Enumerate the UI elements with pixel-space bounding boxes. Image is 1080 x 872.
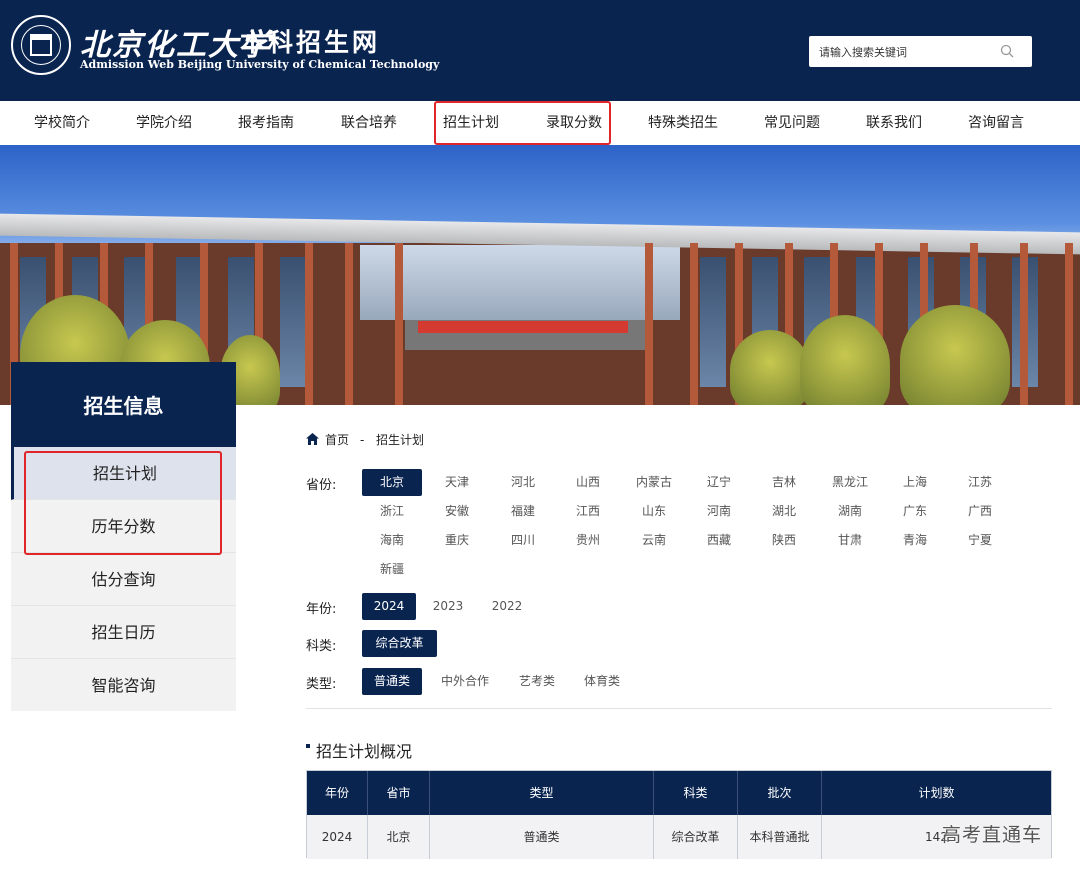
nav-item-admission-plan[interactable]: 招生计划 <box>433 101 509 145</box>
province-chip[interactable]: 湖北 <box>754 498 814 525</box>
sidebar-title: 招生信息 <box>11 362 236 447</box>
type-chip[interactable]: 体育类 <box>573 668 631 695</box>
province-chip[interactable]: 江西 <box>558 498 618 525</box>
type-chip[interactable]: 普通类 <box>362 668 422 695</box>
sidebar-item-admission-calendar[interactable]: 招生日历 <box>11 606 236 659</box>
nav-item-special-admission[interactable]: 特殊类招生 <box>638 101 728 145</box>
province-chip[interactable]: 山东 <box>624 498 684 525</box>
breadcrumb-current: 招生计划 <box>376 433 425 447</box>
table-header-subject: 科类 <box>654 771 738 815</box>
province-chip[interactable]: 河北 <box>493 469 553 496</box>
province-chip[interactable]: 山西 <box>558 469 618 496</box>
province-chip[interactable]: 黑龙江 <box>820 469 880 496</box>
breadcrumb-separator: - <box>360 433 365 447</box>
home-icon <box>306 433 319 445</box>
university-seal-icon[interactable] <box>11 15 71 75</box>
site-name: 本科招生网 <box>240 28 381 57</box>
table-header-year: 年份 <box>307 771 368 815</box>
province-filter-label: 省份: <box>306 478 337 493</box>
province-chip[interactable]: 北京 <box>362 469 422 496</box>
sidebar-menu: 招生计划 历年分数 估分查询 招生日历 智能咨询 <box>11 447 236 711</box>
nav-item-school-intro[interactable]: 学校简介 <box>24 101 100 145</box>
province-chip[interactable]: 广西 <box>950 498 1010 525</box>
table-cell-subject: 综合改革 <box>654 815 738 859</box>
province-chip[interactable]: 西藏 <box>689 527 749 554</box>
province-chip[interactable]: 安徽 <box>427 498 487 525</box>
sidebar-item-smart-consult[interactable]: 智能咨询 <box>11 659 236 712</box>
table-cell-type: 普通类 <box>430 815 654 859</box>
province-chip[interactable]: 辽宁 <box>689 469 749 496</box>
search-input[interactable] <box>819 42 999 62</box>
nav-item-admission-scores[interactable]: 录取分数 <box>536 101 612 145</box>
university-name-en: Admission Web Beijing University of Chem… <box>80 58 440 71</box>
sidebar-item-past-scores[interactable]: 历年分数 <box>11 500 236 553</box>
nav-item-colleges[interactable]: 学院介绍 <box>126 101 202 145</box>
type-chip[interactable]: 中外合作 <box>430 668 500 695</box>
nav-item-joint-training[interactable]: 联合培养 <box>331 101 407 145</box>
province-chip[interactable]: 上海 <box>885 469 945 496</box>
province-chip[interactable]: 江苏 <box>950 469 1010 496</box>
province-chip[interactable]: 浙江 <box>362 498 422 525</box>
nav-item-application-guide[interactable]: 报考指南 <box>228 101 304 145</box>
type-filter-label: 类型: <box>306 677 337 692</box>
search-icon[interactable] <box>1000 44 1014 58</box>
province-chip[interactable]: 重庆 <box>427 527 487 554</box>
province-chip[interactable]: 青海 <box>885 527 945 554</box>
type-chip[interactable]: 艺考类 <box>508 668 566 695</box>
sidebar-item-admission-plan[interactable]: 招生计划 <box>11 447 236 500</box>
province-chip[interactable]: 陕西 <box>754 527 814 554</box>
main-nav: 学校简介 学院介绍 报考指南 联合培养 招生计划 录取分数 特殊类招生 常见问题… <box>0 101 1080 145</box>
province-chip[interactable]: 贵州 <box>558 527 618 554</box>
nav-item-message[interactable]: 咨询留言 <box>958 101 1034 145</box>
province-chip[interactable]: 河南 <box>689 498 749 525</box>
search-box <box>809 36 1032 67</box>
section-title: 招生计划概况 <box>316 742 413 761</box>
nav-item-faq[interactable]: 常见问题 <box>754 101 830 145</box>
table-cell-batch: 本科普通批 <box>738 815 822 859</box>
year-chip[interactable]: 2024 <box>362 593 416 620</box>
province-chip[interactable]: 海南 <box>362 527 422 554</box>
sidebar-item-score-estimate[interactable]: 估分查询 <box>11 553 236 606</box>
province-chip[interactable]: 四川 <box>493 527 553 554</box>
table-header-province: 省市 <box>368 771 430 815</box>
province-chip[interactable]: 甘肃 <box>820 527 880 554</box>
year-filter-label: 年份: <box>306 602 337 617</box>
province-chip[interactable]: 新疆 <box>362 556 422 583</box>
province-chip[interactable]: 吉林 <box>754 469 814 496</box>
province-chip[interactable]: 福建 <box>493 498 553 525</box>
subject-filter-label: 科类: <box>306 639 337 654</box>
filter-divider <box>306 708 1052 709</box>
table-header-plan-count: 计划数 <box>822 771 1051 815</box>
province-chip[interactable]: 广东 <box>885 498 945 525</box>
province-chip[interactable]: 宁夏 <box>950 527 1010 554</box>
subject-chip[interactable]: 综合改革 <box>362 630 437 657</box>
province-chip[interactable]: 云南 <box>624 527 684 554</box>
province-chip[interactable]: 内蒙古 <box>624 469 684 496</box>
section-bullet-icon <box>306 744 310 748</box>
admission-plan-table: 年份 省市 类型 科类 批次 计划数 2024 北京 普通类 综合改革 本科普通… <box>306 770 1052 859</box>
nav-item-contact[interactable]: 联系我们 <box>856 101 932 145</box>
province-chip[interactable]: 天津 <box>427 469 487 496</box>
table-cell-year: 2024 <box>307 815 368 859</box>
watermark-text: 高考直通车 <box>942 824 1043 846</box>
breadcrumb-home[interactable]: 首页 <box>325 432 349 448</box>
table-cell-province: 北京 <box>368 815 430 859</box>
year-chip[interactable]: 2023 <box>421 593 475 620</box>
province-chip[interactable]: 湖南 <box>820 498 880 525</box>
site-header: 北京化工大学 本科招生网 Admission Web Beijing Unive… <box>0 0 1080 101</box>
table-header-batch: 批次 <box>738 771 822 815</box>
table-header-type: 类型 <box>430 771 654 815</box>
year-chip[interactable]: 2022 <box>480 593 534 620</box>
